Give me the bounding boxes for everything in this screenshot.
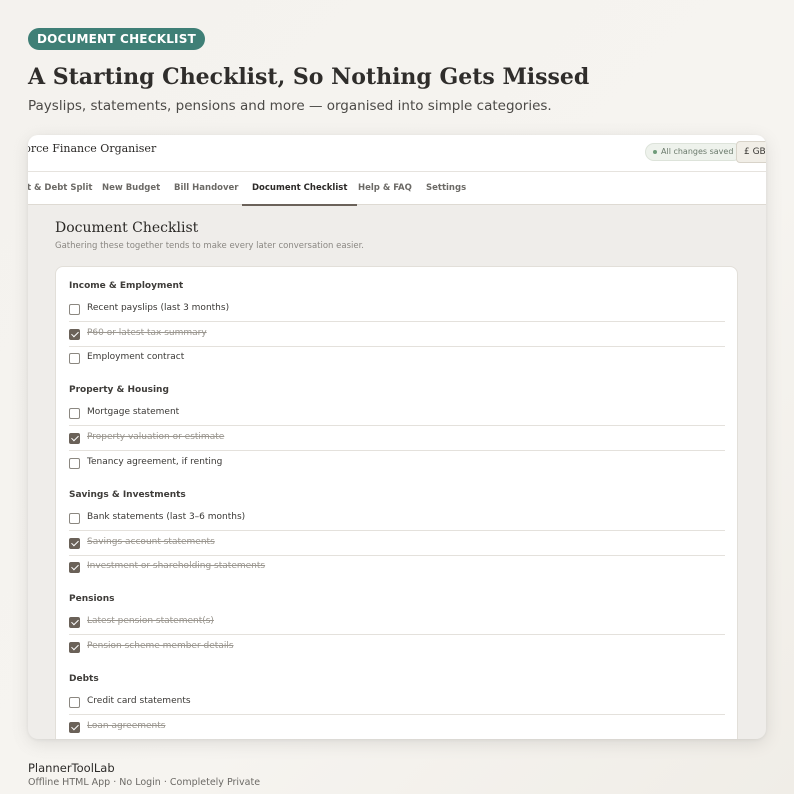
section-heading-income: Income & Employment <box>69 281 184 291</box>
checkbox-unchecked[interactable] <box>69 697 80 708</box>
checkbox-checked[interactable] <box>69 329 80 340</box>
checklist-item-label: Employment contract <box>87 352 185 362</box>
checklist-item-label: Credit card statements <box>87 696 191 706</box>
section-heading-debts: Debts <box>69 674 99 684</box>
save-status-text: All changes saved <box>661 147 734 156</box>
hero-subtitle: Payslips, statements, pensions and more … <box>28 98 552 114</box>
checklist-item[interactable]: Property valuation or estimate <box>69 426 725 451</box>
checkbox-unchecked[interactable] <box>69 353 80 364</box>
checklist-item-label: P60 or latest tax summary <box>87 328 207 338</box>
checklist-item-label: Savings account statements <box>87 537 215 547</box>
save-status-badge: All changes saved <box>645 143 743 161</box>
checklist-item[interactable]: Latest pension statement(s) <box>69 610 725 635</box>
tab-bill-handover[interactable]: Bill Handover <box>174 172 239 205</box>
checkbox-checked[interactable] <box>69 433 80 444</box>
tab-bar: t & Debt Split New Budget Bill Handover … <box>28 172 766 206</box>
tab-help-faq[interactable]: Help & FAQ <box>358 172 412 205</box>
checklist-item[interactable]: Recent payslips (last 3 months) <box>69 297 725 322</box>
checklist-item[interactable]: Employment contract <box>69 346 725 371</box>
checklist-item-label: Investment or shareholding statements <box>87 561 266 571</box>
checkbox-unchecked[interactable] <box>69 408 80 419</box>
footer-tagline: Offline HTML App · No Login · Completely… <box>28 777 261 788</box>
tab-asset-debt-split[interactable]: t & Debt Split <box>28 172 92 205</box>
checkbox-checked[interactable] <box>69 617 80 628</box>
tab-document-checklist[interactable]: Document Checklist <box>241 172 358 206</box>
app-topbar: vorce Finance Organiser All changes save… <box>28 135 766 172</box>
checklist-item[interactable]: Pension scheme member details <box>69 635 725 660</box>
checklist-card: Income & Employment Recent payslips (las… <box>55 266 738 739</box>
section-heading-savings: Savings & Investments <box>69 490 186 500</box>
checklist-item-label: Recent payslips (last 3 months) <box>87 303 230 313</box>
app-title: vorce Finance Organiser <box>28 142 157 155</box>
checklist-item[interactable]: P60 or latest tax summary <box>69 322 725 347</box>
checklist-item-label: Bank statements (last 3–6 months) <box>87 512 246 522</box>
checkbox-unchecked[interactable] <box>69 304 80 315</box>
checklist-item[interactable]: Loan agreements <box>69 715 725 739</box>
checkbox-checked[interactable] <box>69 642 80 653</box>
page-title: Document Checklist <box>55 220 199 236</box>
checkbox-checked[interactable] <box>69 722 80 733</box>
section-badge: DOCUMENT CHECKLIST <box>28 28 205 50</box>
checklist-item-label: Loan agreements <box>87 721 166 731</box>
checklist-item-label: Property valuation or estimate <box>87 432 225 442</box>
checkbox-unchecked[interactable] <box>69 513 80 524</box>
checklist-item-label: Latest pension statement(s) <box>87 616 214 626</box>
checklist-item[interactable]: Mortgage statement <box>69 401 725 426</box>
checkbox-unchecked[interactable] <box>69 458 80 469</box>
checkbox-checked[interactable] <box>69 538 80 549</box>
currency-selector-button[interactable]: £ GBP <box>736 141 766 163</box>
tab-new-budget[interactable]: New Budget <box>102 172 160 205</box>
checklist-item-label: Mortgage statement <box>87 407 180 417</box>
checklist-item[interactable]: Credit card statements <box>69 690 725 715</box>
section-heading-pensions: Pensions <box>69 594 115 604</box>
hero-title: A Starting Checklist, So Nothing Gets Mi… <box>28 64 590 90</box>
status-dot-icon <box>653 149 657 154</box>
checkbox-checked[interactable] <box>69 562 80 573</box>
checklist-item[interactable]: Tenancy agreement, if renting <box>69 451 725 476</box>
app-window: vorce Finance Organiser All changes save… <box>28 135 766 739</box>
page-subtitle: Gathering these together tends to make e… <box>55 241 365 251</box>
checklist-item[interactable]: Bank statements (last 3–6 months) <box>69 506 725 531</box>
checklist-item[interactable]: Investment or shareholding statements <box>69 555 725 580</box>
section-heading-property: Property & Housing <box>69 385 169 395</box>
tab-settings[interactable]: Settings <box>426 172 466 205</box>
checklist-item-label: Tenancy agreement, if renting <box>87 457 223 467</box>
footer-brand: PlannerToolLab <box>28 761 115 775</box>
checklist-item[interactable]: Savings account statements <box>69 531 725 556</box>
checklist-item-label: Pension scheme member details <box>87 641 234 651</box>
